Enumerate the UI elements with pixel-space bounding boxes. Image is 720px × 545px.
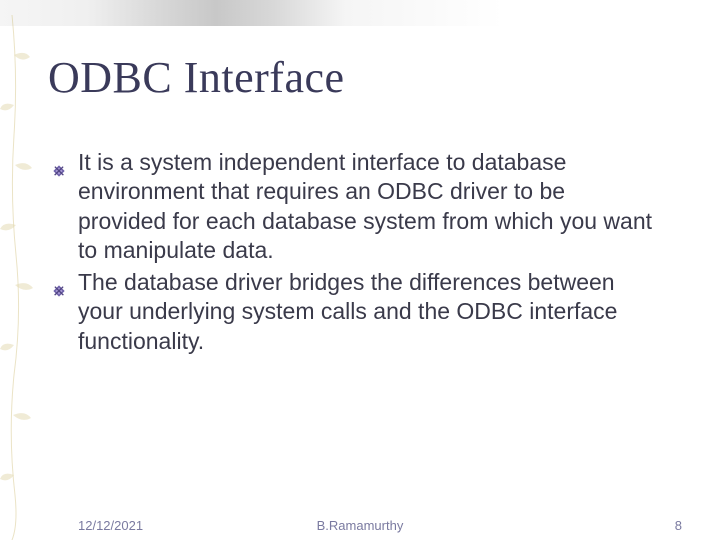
diamond-bullet-icon <box>52 156 66 185</box>
bullet-item: The database driver bridges the differen… <box>78 268 658 356</box>
diamond-bullet-icon <box>52 276 66 305</box>
footer-author: B.Ramamurthy <box>0 518 720 533</box>
bullet-text: It is a system independent interface to … <box>78 149 652 263</box>
footer-page-number: 8 <box>675 518 682 533</box>
header-gradient-bar <box>0 0 720 26</box>
slide-title: ODBC Interface <box>48 52 345 103</box>
side-leaf-ornament <box>0 15 46 540</box>
bullet-text: The database driver bridges the differen… <box>78 269 617 354</box>
slide-body: It is a system independent interface to … <box>78 148 658 358</box>
bullet-item: It is a system independent interface to … <box>78 148 658 266</box>
